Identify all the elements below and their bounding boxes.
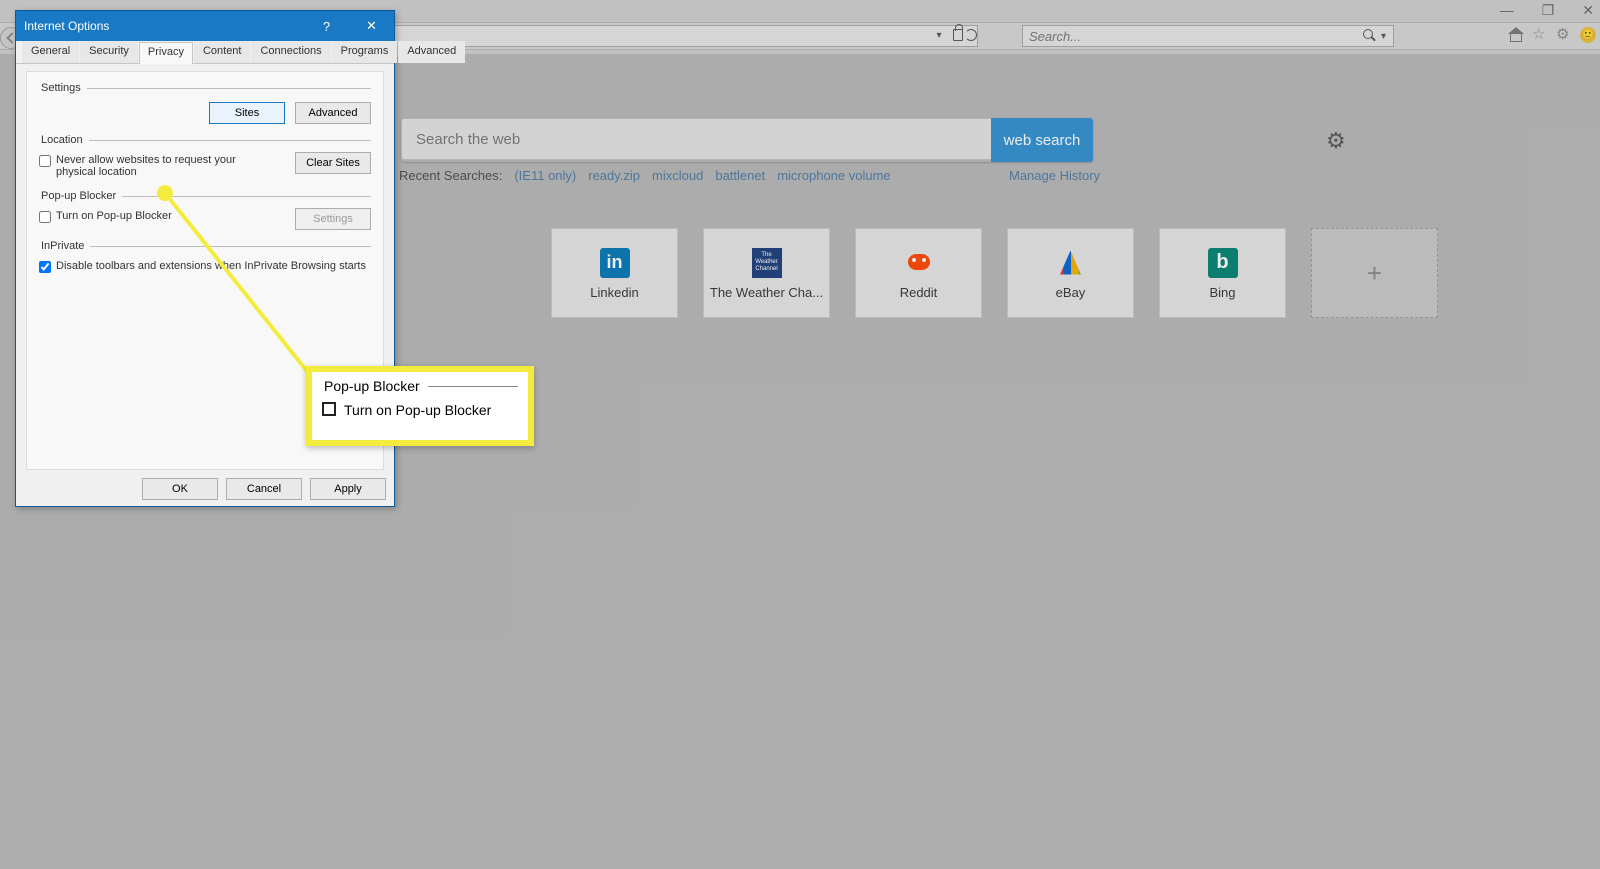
- turn-on-popup-blocker-input[interactable]: [39, 211, 51, 223]
- tile-add[interactable]: +: [1311, 228, 1438, 318]
- dialog-help-button[interactable]: ?: [304, 11, 349, 41]
- tile-label: eBay: [1056, 285, 1086, 300]
- browser-search-input[interactable]: [1023, 29, 1361, 44]
- tab-security[interactable]: Security: [80, 41, 138, 63]
- tab-advanced[interactable]: Advanced: [398, 41, 465, 63]
- recent-search-link[interactable]: (IE11 only): [514, 168, 576, 183]
- tile-bing[interactable]: b Bing: [1159, 228, 1286, 318]
- reddit-icon: [904, 252, 934, 274]
- turn-on-popup-blocker-label: Turn on Pop-up Blocker: [56, 210, 172, 222]
- tab-privacy[interactable]: Privacy: [139, 42, 193, 64]
- dialog-title: Internet Options: [24, 19, 109, 33]
- ok-button[interactable]: OK: [142, 478, 218, 500]
- never-allow-location-input[interactable]: [39, 155, 51, 167]
- apply-button[interactable]: Apply: [310, 478, 386, 500]
- address-dropdown-icon[interactable]: ▾: [931, 26, 947, 46]
- window-controls: — ❐ ✕: [1500, 2, 1594, 19]
- sites-button[interactable]: Sites: [209, 102, 285, 124]
- smiley-icon[interactable]: 🙂: [1580, 27, 1596, 43]
- advanced-button[interactable]: Advanced: [295, 102, 371, 124]
- dialog-footer: OK Cancel Apply: [16, 474, 394, 506]
- disable-toolbars-input[interactable]: [39, 261, 51, 273]
- tab-general[interactable]: General: [22, 41, 79, 63]
- lock-icon: [953, 29, 963, 41]
- bing-icon: b: [1208, 248, 1238, 278]
- search-dropdown-icon[interactable]: ▾: [1381, 31, 1393, 42]
- linkedin-icon: in: [600, 248, 630, 278]
- tile-ebay[interactable]: eBay: [1007, 228, 1134, 318]
- browser-search-box[interactable]: ▾: [1022, 25, 1394, 47]
- tab-programs[interactable]: Programs: [332, 41, 398, 63]
- location-section: Location Never allow websites to request…: [39, 134, 371, 180]
- inprivate-section: InPrivate Disable toolbars and extension…: [39, 240, 371, 275]
- new-tab-search-input[interactable]: [401, 118, 991, 160]
- dialog-tabs: General Security Privacy Content Connect…: [16, 41, 394, 64]
- manage-history-link[interactable]: Manage History: [1009, 168, 1100, 183]
- tile-weather[interactable]: TheWeatherChannel The Weather Cha...: [703, 228, 830, 318]
- weather-channel-icon: TheWeatherChannel: [752, 248, 782, 278]
- recent-search-link[interactable]: mixcloud: [652, 168, 703, 183]
- dialog-close-button[interactable]: ✕: [349, 11, 394, 41]
- tab-content[interactable]: Content: [194, 41, 251, 63]
- callout-popup-legend: Pop-up Blocker: [322, 378, 428, 394]
- recent-search-link[interactable]: microphone volume: [777, 168, 890, 183]
- new-tab-search: web search: [401, 118, 1093, 162]
- tile-label: Bing: [1209, 285, 1235, 300]
- disable-toolbars-label: Disable toolbars and extensions when InP…: [56, 260, 366, 272]
- dialog-titlebar[interactable]: Internet Options ? ✕: [16, 11, 394, 41]
- disable-toolbars-checkbox[interactable]: Disable toolbars and extensions when InP…: [39, 260, 371, 273]
- tile-label: Linkedin: [590, 285, 638, 300]
- recent-searches-label: Recent Searches:: [399, 168, 502, 183]
- refresh-icon[interactable]: [965, 29, 977, 41]
- search-icon[interactable]: [1361, 27, 1379, 45]
- window-minimize[interactable]: —: [1500, 2, 1514, 19]
- home-icon[interactable]: [1508, 27, 1524, 43]
- recent-searches: Recent Searches: (IE11 only) ready.zip m…: [399, 168, 891, 183]
- tile-linkedin[interactable]: in Linkedin: [551, 228, 678, 318]
- recent-search-link[interactable]: battlenet: [715, 168, 765, 183]
- settings-section: Settings Sites Advanced: [39, 82, 371, 124]
- window-close[interactable]: ✕: [1582, 2, 1594, 19]
- annotation-callout: Pop-up Blocker Turn on Pop-up Blocker: [306, 366, 534, 446]
- callout-checkbox-icon: [322, 402, 336, 416]
- popup-blocker-legend: Pop-up Blocker: [39, 190, 122, 202]
- location-legend: Location: [39, 134, 89, 146]
- ebay-icon: [1056, 248, 1086, 278]
- tile-label: Reddit: [900, 285, 938, 300]
- turn-on-popup-blocker-checkbox[interactable]: Turn on Pop-up Blocker: [39, 210, 172, 223]
- popup-blocker-section: Pop-up Blocker Turn on Pop-up Blocker Se…: [39, 190, 371, 230]
- callout-turn-on-checkbox: Turn on Pop-up Blocker: [322, 402, 518, 418]
- tile-reddit[interactable]: Reddit: [855, 228, 982, 318]
- settings-legend: Settings: [39, 82, 87, 94]
- favorites-icon[interactable]: [1532, 27, 1548, 43]
- browser-tool-icons: 🙂: [1508, 27, 1596, 43]
- callout-turn-on-label: Turn on Pop-up Blocker: [344, 402, 491, 418]
- clear-sites-button[interactable]: Clear Sites: [295, 152, 371, 174]
- never-allow-location-label: Never allow websites to request your phy…: [56, 154, 239, 178]
- frequent-tiles: in Linkedin TheWeatherChannel The Weathe…: [399, 228, 1438, 318]
- cancel-button[interactable]: Cancel: [226, 478, 302, 500]
- never-allow-location-checkbox[interactable]: Never allow websites to request your phy…: [39, 154, 239, 178]
- new-tab-settings-icon[interactable]: ⚙: [1326, 128, 1346, 154]
- plus-icon: +: [1367, 258, 1382, 289]
- popup-settings-button: Settings: [295, 208, 371, 230]
- tab-connections[interactable]: Connections: [251, 41, 330, 63]
- window-maximize[interactable]: ❐: [1542, 2, 1555, 19]
- web-search-button[interactable]: web search: [991, 118, 1093, 162]
- tile-label: The Weather Cha...: [710, 285, 823, 300]
- tools-icon[interactable]: [1556, 27, 1572, 43]
- inprivate-legend: InPrivate: [39, 240, 90, 252]
- recent-search-link[interactable]: ready.zip: [588, 168, 640, 183]
- callout-popup-section: Pop-up Blocker Turn on Pop-up Blocker: [322, 378, 518, 420]
